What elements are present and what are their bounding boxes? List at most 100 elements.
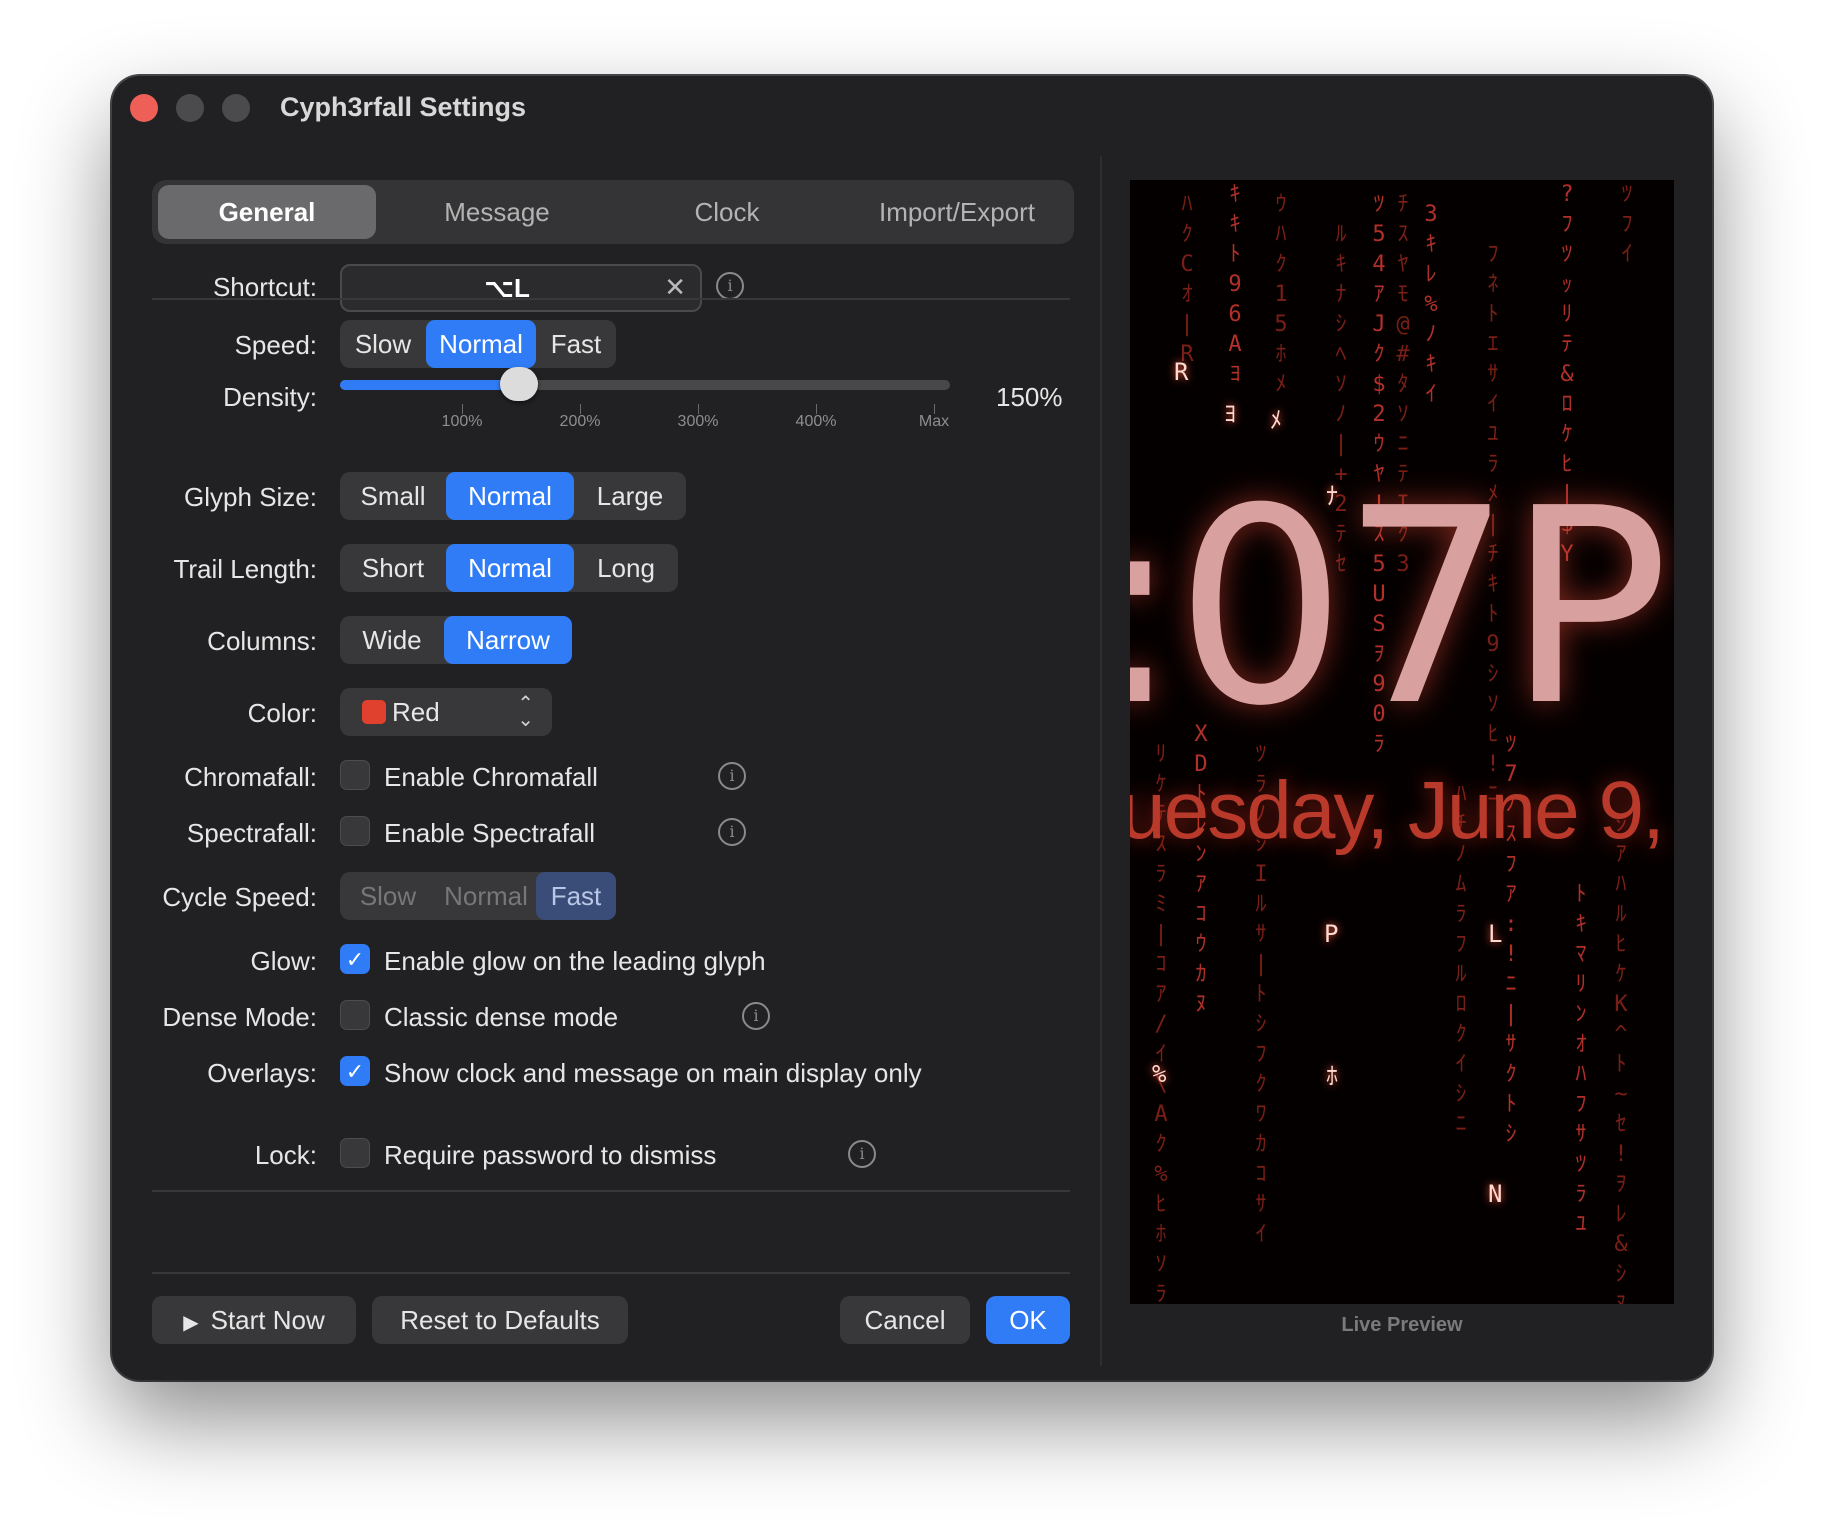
ok-button[interactable]: OK (986, 1296, 1070, 1344)
color-label: Color: (247, 698, 317, 728)
divider (152, 1190, 1070, 1192)
overlays-checkbox[interactable]: ✓ (340, 1056, 370, 1086)
overlays-checkbox-label[interactable]: Show clock and message on main display o… (384, 1058, 922, 1089)
color-value: Red (392, 697, 440, 727)
speed-segmented-control: Slow Normal Fast (340, 320, 616, 368)
leading-glyph: ﾎ (1326, 1062, 1338, 1090)
start-now-label: Start Now (210, 1305, 325, 1335)
zoom-window-button[interactable] (222, 94, 250, 122)
columns-option-narrow[interactable]: Narrow (444, 616, 572, 664)
trail-length-option-long[interactable]: Long (574, 544, 678, 592)
tab-bar: General Message Clock Import/Export (152, 180, 1074, 244)
chromafall-checkbox[interactable] (340, 760, 370, 790)
tab-import-export[interactable]: Import/Export (844, 185, 1070, 239)
cycle-speed-option-fast: Fast (536, 872, 616, 920)
glyph-size-label: Glyph Size: (184, 482, 317, 512)
density-slider[interactable] (340, 367, 950, 414)
glow-checkbox[interactable]: ✓ (340, 944, 370, 974)
vertical-divider (1100, 156, 1102, 1366)
lock-info-icon[interactable]: i (848, 1140, 876, 1168)
leading-glyph: % (1152, 1060, 1167, 1088)
shortcut-recorder[interactable]: ⌥L ✕ (340, 264, 702, 312)
cycle-speed-label: Cycle Speed: (162, 882, 317, 912)
window-title: Cyph3rfall Settings (280, 92, 527, 122)
leading-glyph: R (1174, 358, 1189, 386)
speed-option-fast[interactable]: Fast (536, 320, 616, 368)
glyph-rain-column: 3 ｷ ﾚ % ﾉ ｷ ｲ (1424, 202, 1438, 407)
settings-window: Cyph3rfall Settings General Message Cloc… (112, 76, 1712, 1380)
start-now-button[interactable]: ▶ Start Now (152, 1296, 356, 1344)
leading-glyph: ﾖ (1224, 400, 1236, 428)
play-icon: ▶ (183, 1312, 199, 1334)
glow-label: Glow: (250, 946, 317, 976)
glyph-rain-column: ｷ ｷ ﾄ 9 6 A ﾖ (1228, 182, 1242, 387)
glyph-size-option-small[interactable]: Small (340, 472, 446, 520)
glyph-rain-column: ﾊ ｸ C ｵ | R (1180, 192, 1194, 367)
glyph-rain-column: ｼ ｱ ﾊ ﾙ ﾋ ｹ K ^ ﾄ ~ ｾ ! ｦ ﾚ & ｼ ﾇ (1614, 812, 1628, 1304)
color-swatch (362, 700, 386, 724)
chevron-up-down-icon: ⌃ ⌄ (517, 693, 534, 731)
minimize-window-button[interactable] (176, 94, 204, 122)
density-tick-label: 200% (559, 413, 601, 430)
columns-segmented-control: Wide Narrow (340, 616, 572, 664)
density-tick-label: 100% (441, 413, 483, 430)
trail-length-label: Trail Length: (173, 554, 317, 584)
density-tick-label: 400% (795, 413, 837, 430)
lock-checkbox-label[interactable]: Require password to dismiss (384, 1140, 716, 1171)
trail-length-segmented-control: Short Normal Long (340, 544, 678, 592)
trail-length-option-short[interactable]: Short (340, 544, 446, 592)
density-slider-knob[interactable] (500, 367, 538, 401)
shortcut-info-icon[interactable]: i (716, 272, 744, 300)
leading-glyph: ﾒ (1270, 406, 1282, 434)
cycle-speed-option-slow: Slow (359, 881, 417, 911)
leading-glyph: L (1488, 920, 1503, 948)
spectrafall-label: Spectrafall: (186, 818, 317, 848)
dense-mode-checkbox-label[interactable]: Classic dense mode (384, 1002, 618, 1033)
dense-mode-checkbox[interactable] (340, 1000, 370, 1030)
cycle-speed-segmented-control: Slow Normal Fast (340, 872, 616, 920)
columns-option-wide[interactable]: Wide (340, 616, 444, 664)
chromafall-label: Chromafall: (184, 762, 317, 792)
title-bar: Cyph3rfall Settings (112, 76, 1712, 140)
tab-message[interactable]: Message (388, 185, 606, 239)
speed-option-slow[interactable]: Slow (340, 320, 426, 368)
lock-checkbox[interactable] (340, 1138, 370, 1168)
divider (152, 1272, 1070, 1274)
density-label: Density: (223, 382, 317, 412)
reset-to-defaults-button[interactable]: Reset to Defaults (372, 1296, 628, 1344)
divider (152, 298, 1070, 300)
trail-length-option-normal[interactable]: Normal (446, 544, 574, 592)
speed-label: Speed: (234, 330, 317, 360)
cycle-speed-option-normal: Normal (444, 881, 528, 911)
glyph-size-segmented-control: Small Normal Large (340, 472, 686, 520)
cancel-button[interactable]: Cancel (840, 1296, 970, 1344)
density-tick-label: 300% (677, 413, 719, 430)
dense-mode-label: Dense Mode: (162, 1002, 317, 1032)
tab-general[interactable]: General (158, 185, 376, 239)
chromafall-checkbox-label[interactable]: Enable Chromafall (384, 762, 598, 793)
speed-option-normal[interactable]: Normal (426, 320, 536, 368)
live-preview: ﾊ ｸ C ｵ | R ｷ ｷ ﾄ 9 6 A ﾖ ｳ ﾊ ｸ 1 5 ﾎ ﾒ … (1130, 180, 1674, 1304)
spectrafall-checkbox[interactable] (340, 816, 370, 846)
leading-glyph: P (1324, 920, 1339, 948)
glyph-rain-column: ｳ ﾊ ｸ 1 5 ﾎ ﾒ (1274, 192, 1288, 397)
color-popup-button[interactable]: Red ⌃ ⌄ (340, 688, 552, 736)
glyph-rain-column: ﾄ ｷ ﾏ ﾘ ﾝ ｵ ﾊ ﾌ ｻ ﾂ ﾗ ﾕ (1575, 882, 1587, 1237)
glow-checkbox-label[interactable]: Enable glow on the leading glyph (384, 946, 766, 977)
spectrafall-info-icon[interactable]: i (718, 818, 746, 846)
tab-clock[interactable]: Clock (618, 185, 836, 239)
dense-mode-info-icon[interactable]: i (742, 1002, 770, 1030)
density-slider-fill (340, 380, 519, 390)
density-tick-label: Max (918, 413, 950, 430)
live-preview-caption: Live Preview (1341, 1314, 1463, 1336)
glyph-size-option-normal[interactable]: Normal (446, 472, 574, 520)
close-window-button[interactable] (130, 94, 158, 122)
leading-glyph: N (1488, 1180, 1503, 1208)
columns-label: Columns: (207, 626, 317, 656)
glyph-size-option-large[interactable]: Large (574, 472, 686, 520)
overlays-label: Overlays: (207, 1058, 317, 1088)
lock-label: Lock: (254, 1140, 317, 1170)
spectrafall-checkbox-label[interactable]: Enable Spectrafall (384, 818, 595, 849)
chromafall-info-icon[interactable]: i (718, 762, 746, 790)
preview-clock: :07P (1130, 450, 1669, 765)
